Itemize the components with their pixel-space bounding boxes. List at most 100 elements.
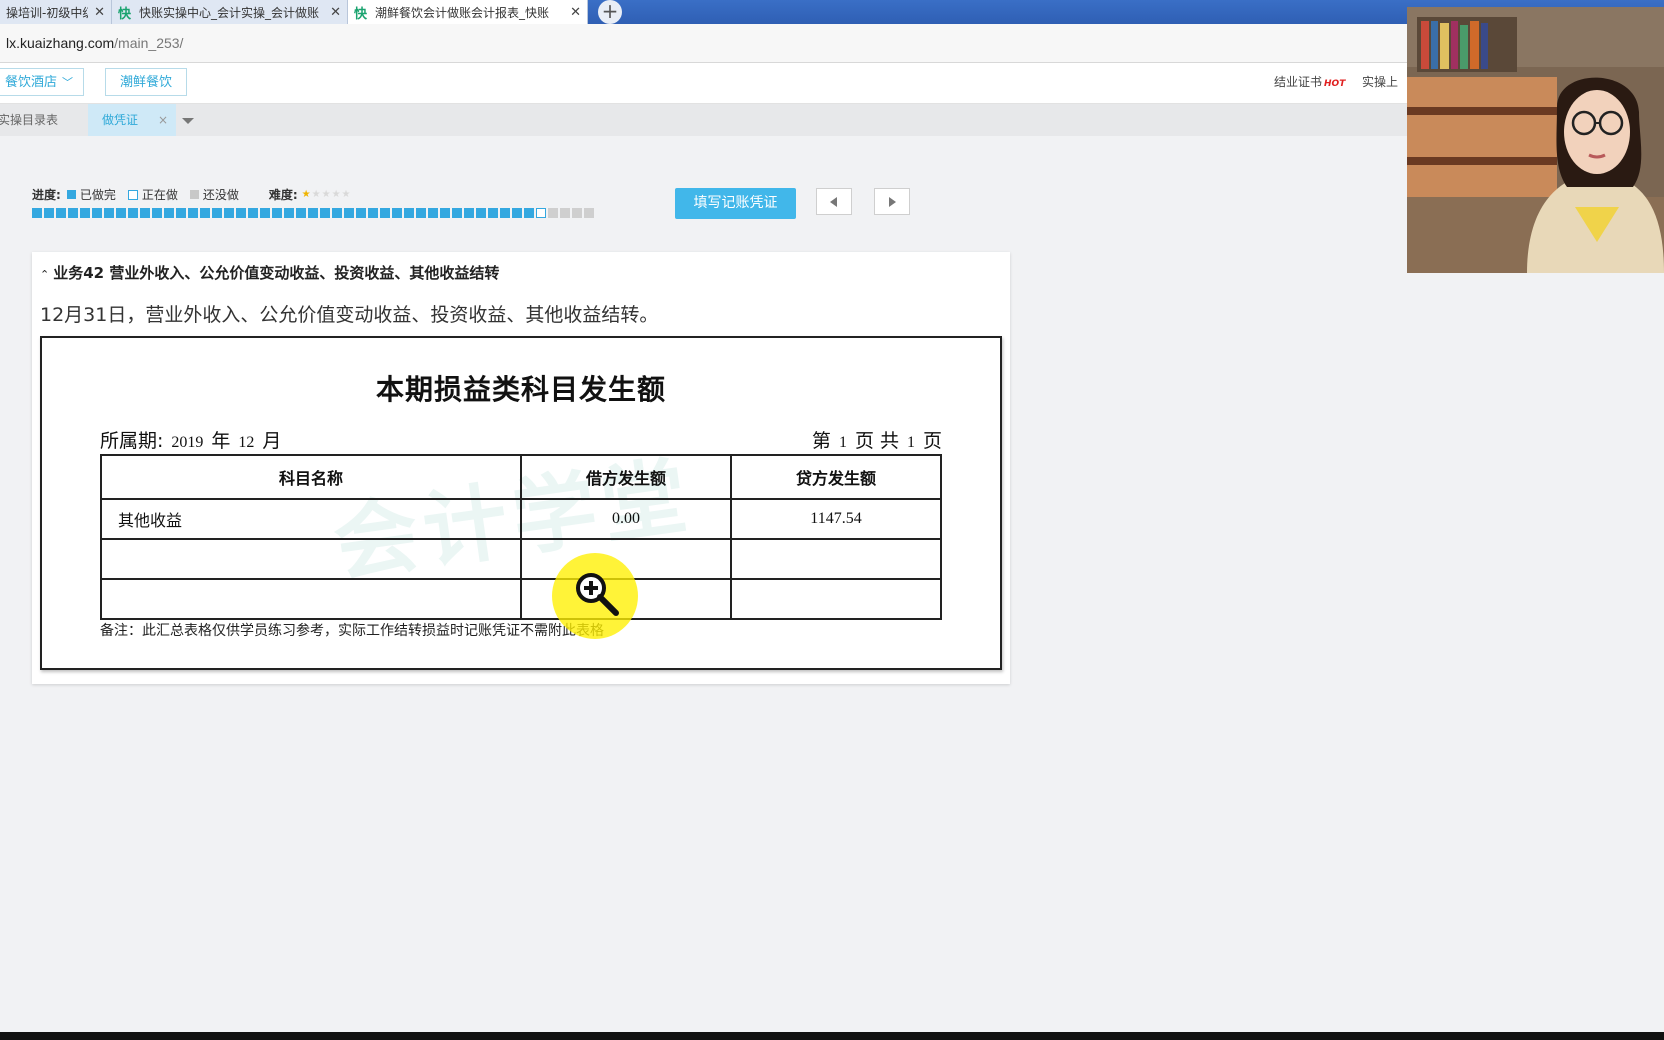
- industry-select[interactable]: 餐饮酒店 ﹀: [0, 68, 84, 96]
- page-suffix: 页: [922, 430, 942, 452]
- progress-cell[interactable]: [224, 208, 234, 218]
- progress-cell[interactable]: [380, 208, 390, 218]
- close-icon[interactable]: ×: [158, 104, 168, 136]
- todo-swatch-icon: [189, 190, 199, 199]
- tab-menu-caret-icon[interactable]: [182, 118, 194, 124]
- column-header: 科目名称: [100, 454, 522, 500]
- progress-cell[interactable]: [44, 208, 54, 218]
- progress-cell[interactable]: [560, 208, 570, 218]
- progress-cell[interactable]: [524, 208, 534, 218]
- progress-cell[interactable]: [452, 208, 462, 218]
- zoom-in-magnifier-icon[interactable]: [572, 569, 622, 619]
- progress-cell[interactable]: [392, 208, 402, 218]
- practice-link[interactable]: 实操上: [1362, 73, 1398, 90]
- close-icon[interactable]: ✕: [330, 5, 341, 20]
- prev-button[interactable]: [816, 188, 852, 215]
- progress-cell[interactable]: [476, 208, 486, 218]
- bottom-bar: [0, 1032, 1664, 1040]
- progress-cell[interactable]: [308, 208, 318, 218]
- progress-cell[interactable]: [356, 208, 366, 218]
- browser-tab-active[interactable]: 快 潮鲜餐饮会计做账会计报表_快账 ✕: [348, 0, 588, 24]
- progress-cell[interactable]: [188, 208, 198, 218]
- url-text[interactable]: lx.kuaizhang.com/main_253/: [6, 35, 183, 51]
- new-tab-plus-icon[interactable]: +: [598, 0, 622, 24]
- progress-cell[interactable]: [116, 208, 126, 218]
- company-button[interactable]: 潮鲜餐饮: [105, 68, 187, 96]
- debit-cell: 0.00: [520, 498, 732, 540]
- tab-voucher-label: 做凭证: [102, 113, 139, 127]
- arrow-right-icon: [889, 197, 896, 207]
- page-mid: 页 共: [854, 430, 899, 452]
- progress-cell[interactable]: [500, 208, 510, 218]
- progress-cell[interactable]: [284, 208, 294, 218]
- progress-cell[interactable]: [212, 208, 222, 218]
- done-swatch-icon: [66, 190, 76, 199]
- star-icon: ★: [321, 189, 331, 200]
- month-unit: 月: [262, 430, 282, 452]
- progress-cell[interactable]: [428, 208, 438, 218]
- progress-cell[interactable]: [140, 208, 150, 218]
- cursor-highlight: [552, 553, 638, 639]
- progress-cell[interactable]: [236, 208, 246, 218]
- chevron-down-icon: ﹀: [62, 76, 73, 89]
- business-heading[interactable]: ⌃ 业务42 营业外收入、公允价值变动收益、投资收益、其他收益结转: [40, 262, 499, 283]
- period-line: 所属期: 2019 年 12 月: [100, 426, 281, 453]
- progress-cell[interactable]: [368, 208, 378, 218]
- progress-cell[interactable]: [488, 208, 498, 218]
- progress-cell[interactable]: [68, 208, 78, 218]
- webcam-overlay: [1407, 7, 1664, 273]
- tab-voucher[interactable]: 做凭证 ×: [88, 104, 176, 136]
- progress-cell[interactable]: [272, 208, 282, 218]
- difficulty-label: 难度:: [268, 188, 298, 202]
- fill-voucher-button[interactable]: 填写记账凭证: [675, 188, 796, 219]
- browser-tab[interactable]: 操培训-初级中级 ✕: [0, 0, 112, 24]
- progress-cell[interactable]: [404, 208, 414, 218]
- doing-swatch-icon: [127, 189, 138, 200]
- period-year: 2019: [171, 434, 204, 451]
- progress-cell[interactable]: [248, 208, 258, 218]
- close-icon[interactable]: ✕: [570, 5, 581, 20]
- progress-cell[interactable]: [332, 208, 342, 218]
- account-cell: 其他收益: [100, 498, 522, 540]
- progress-cell[interactable]: [464, 208, 474, 218]
- progress-bar[interactable]: [32, 208, 594, 218]
- source-document[interactable]: 会计学堂 本期损益类科目发生额 所属期: 2019 年 12 月 第1页 共1页 科目名…: [40, 336, 1002, 670]
- browser-tab[interactable]: 快 快账实操中心_会计实操_会计做账 ✕: [112, 0, 348, 24]
- progress-cell[interactable]: [512, 208, 522, 218]
- star-icon: ★: [341, 189, 351, 200]
- table-header-row: 科目名称 借方发生额 贷方发生额: [100, 454, 942, 500]
- progress-cell[interactable]: [176, 208, 186, 218]
- tab-catalog[interactable]: 实操目录表: [0, 104, 86, 136]
- progress-cell[interactable]: [56, 208, 66, 218]
- presenter-video-image: [1407, 7, 1664, 273]
- document-note: 备注：此汇总表格仅供学员练习参考，实际工作结转损益时记账凭证不需附此表格: [100, 623, 604, 639]
- progress-cell[interactable]: [344, 208, 354, 218]
- todo-label: 还没做: [202, 188, 239, 202]
- period-label: 所属期:: [100, 430, 164, 452]
- progress-cell[interactable]: [536, 208, 546, 218]
- certificate-link[interactable]: 结业证书 HOT: [1274, 73, 1345, 90]
- progress-cell[interactable]: [32, 208, 42, 218]
- next-button[interactable]: [874, 188, 910, 215]
- progress-cell[interactable]: [200, 208, 210, 218]
- period-month: 12: [238, 434, 255, 451]
- progress-cell[interactable]: [548, 208, 558, 218]
- progress-cell[interactable]: [416, 208, 426, 218]
- progress-cell[interactable]: [296, 208, 306, 218]
- progress-cell[interactable]: [572, 208, 582, 218]
- close-icon[interactable]: ✕: [94, 5, 105, 20]
- progress-cell[interactable]: [128, 208, 138, 218]
- collapse-caret-icon[interactable]: ⌃: [40, 268, 49, 281]
- difficulty-stars: ★ ★ ★ ★ ★: [302, 189, 352, 200]
- progress-cell[interactable]: [584, 208, 594, 218]
- progress-cell[interactable]: [164, 208, 174, 218]
- progress-cell[interactable]: [260, 208, 270, 218]
- progress-cell[interactable]: [440, 208, 450, 218]
- url-host: lx.kuaizhang.com: [6, 35, 115, 51]
- progress-cell[interactable]: [320, 208, 330, 218]
- progress-cell[interactable]: [152, 208, 162, 218]
- progress-cell[interactable]: [80, 208, 90, 218]
- progress-cell[interactable]: [92, 208, 102, 218]
- progress-legend: 进度: 已做完 正在做 还没做 难度: ★ ★ ★ ★ ★: [32, 186, 352, 203]
- progress-cell[interactable]: [104, 208, 114, 218]
